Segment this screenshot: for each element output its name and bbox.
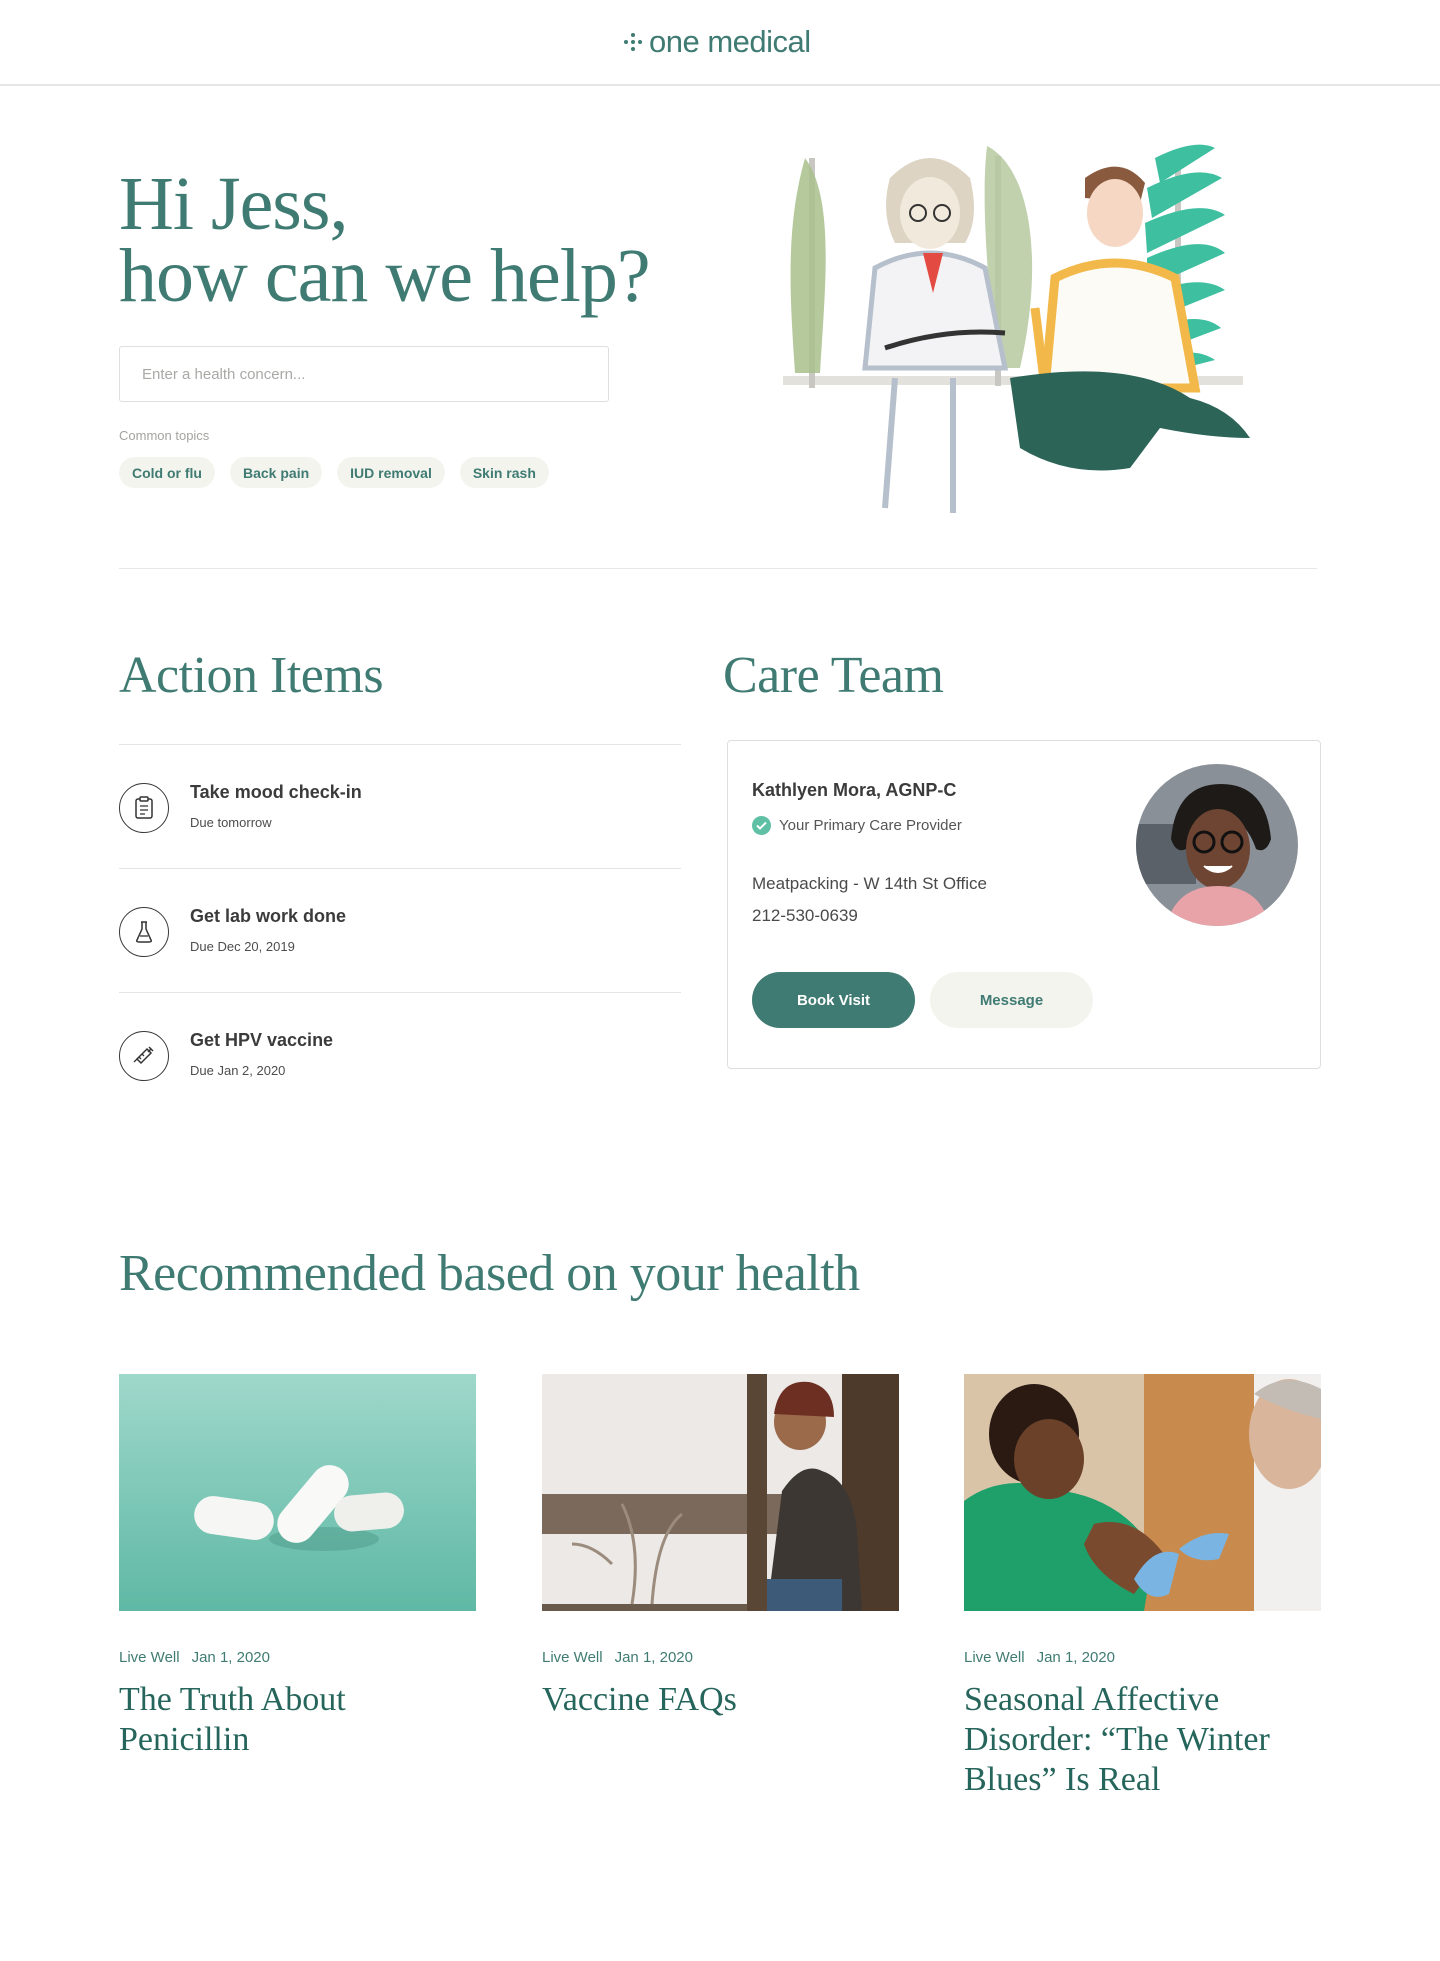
action-items-heading: Action Items <box>119 647 384 704</box>
syringe-icon <box>119 1031 169 1081</box>
hero-greeting: Hi Jess, how can we help? <box>119 166 651 314</box>
pills-image <box>119 1374 476 1611</box>
article-meta: Live Well Jan 1, 2020 <box>964 1649 1321 1666</box>
top-bar: one medical <box>0 0 1440 86</box>
action-item-due: Due Dec 20, 2019 <box>190 939 295 954</box>
article-meta: Live Well Jan 1, 2020 <box>542 1649 899 1666</box>
provider-avatar <box>1136 764 1298 926</box>
logo-dots-icon <box>623 32 643 52</box>
article-category[interactable]: Live Well <box>542 1649 603 1666</box>
clipboard-icon <box>119 783 169 833</box>
office-location: Meatpacking - W 14th St Office <box>752 874 987 893</box>
action-item-hpv-vaccine[interactable]: Get HPV vaccine Due Jan 2, 2020 <box>119 992 681 1108</box>
article-title[interactable]: Vaccine FAQs <box>542 1680 899 1720</box>
action-item-due: Due tomorrow <box>190 815 272 830</box>
greeting-line-2: how can we help? <box>119 234 651 318</box>
logo-text: one medical <box>649 24 811 59</box>
flask-icon <box>119 907 169 957</box>
check-circle-icon <box>752 816 771 835</box>
one-medical-logo[interactable]: one medical <box>623 22 811 62</box>
article-card-vaccine-faqs[interactable]: Live Well Jan 1, 2020 Vaccine FAQs <box>542 1374 899 1720</box>
provider-name[interactable]: Kathlyen Mora, AGNP-C <box>752 780 956 801</box>
health-concern-input[interactable] <box>119 346 609 402</box>
action-item-due: Due Jan 2, 2020 <box>190 1063 286 1078</box>
article-card-penicillin[interactable]: Live Well Jan 1, 2020 The Truth About Pe… <box>119 1374 476 1760</box>
topic-chip-back-pain[interactable]: Back pain <box>230 457 323 488</box>
section-divider <box>119 568 1317 569</box>
book-visit-button[interactable]: Book Visit <box>752 972 915 1028</box>
article-category[interactable]: Live Well <box>964 1649 1025 1666</box>
man-at-window-image <box>542 1374 899 1611</box>
message-button[interactable]: Message <box>930 972 1093 1028</box>
action-item-mood-check-in[interactable]: Take mood check-in Due tomorrow <box>119 744 681 868</box>
article-meta: Live Well Jan 1, 2020 <box>119 1649 476 1666</box>
action-items-list: Take mood check-in Due tomorrow Get lab … <box>119 744 681 1108</box>
article-card-seasonal-affective-disorder[interactable]: Live Well Jan 1, 2020 Seasonal Affective… <box>964 1374 1321 1800</box>
article-title[interactable]: Seasonal Affective Disorder: “The Winter… <box>964 1680 1321 1800</box>
care-team-heading: Care Team <box>723 647 944 704</box>
action-item-title: Get lab work done <box>190 906 347 926</box>
vaccination-photo-image <box>964 1374 1321 1611</box>
action-item-title: Get HPV vaccine <box>190 1030 334 1050</box>
primary-care-badge: Your Primary Care Provider <box>752 816 962 835</box>
article-date: Jan 1, 2020 <box>191 1649 270 1666</box>
provider-role: Your Primary Care Provider <box>779 817 962 834</box>
topic-chip-skin-rash[interactable]: Skin rash <box>459 457 549 488</box>
action-item-lab-work[interactable]: Get lab work done Due Dec 20, 2019 <box>119 868 681 992</box>
topic-chip-cold-or-flu[interactable]: Cold or flu <box>119 457 215 488</box>
topic-chip-iud-removal[interactable]: IUD removal <box>337 457 445 488</box>
article-title[interactable]: The Truth About Penicillin <box>119 1680 476 1760</box>
topic-chips: Cold or flu Back pain IUD removal Skin r… <box>119 457 549 488</box>
office-phone[interactable]: 212-530-0639 <box>752 906 858 926</box>
recommended-heading: Recommended based on your health <box>119 1245 860 1302</box>
article-date: Jan 1, 2020 <box>1036 1649 1115 1666</box>
doctor-patient-illustration <box>783 144 1250 513</box>
common-topics-label: Common topics <box>119 428 210 443</box>
article-category[interactable]: Live Well <box>119 1649 180 1666</box>
care-team-card: Kathlyen Mora, AGNP-C Your Primary Care … <box>727 740 1321 1069</box>
article-date: Jan 1, 2020 <box>614 1649 693 1666</box>
action-item-title: Take mood check-in <box>190 782 362 802</box>
